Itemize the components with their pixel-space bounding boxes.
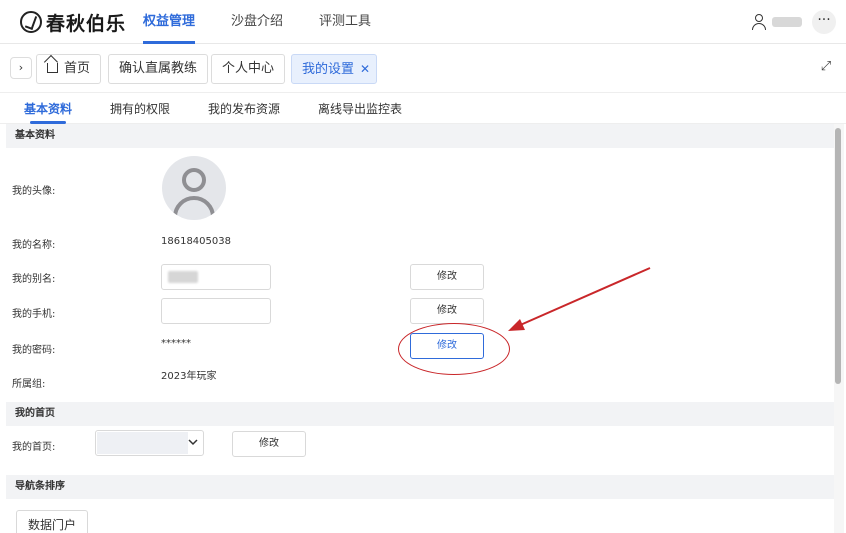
more-menu-button[interactable]: ··· [812, 10, 836, 34]
nav-sort-item-data-portal[interactable]: 数据门户 [16, 510, 88, 533]
scrollbar-thumb[interactable] [835, 128, 841, 384]
homepage-modify-button[interactable]: 修改 [232, 431, 306, 457]
user-name-blurred[interactable] [772, 17, 802, 27]
tab-home-label: 首页 [64, 61, 91, 76]
top-bar: 春秋伯乐 权益管理 沙盘介绍 评测工具 ··· [0, 0, 846, 44]
tab-my-settings-label: 我的设置 [302, 62, 355, 77]
chevron-down-icon [188, 439, 198, 446]
subtab-permissions[interactable]: 拥有的权限 [110, 94, 170, 124]
scrollbar[interactable] [834, 124, 844, 533]
tab-my-settings[interactable]: 我的设置 ✕ [291, 54, 378, 84]
logo[interactable]: 春秋伯乐 [20, 9, 126, 35]
sidebar-toggle-button[interactable]: › [10, 57, 32, 79]
fullscreen-icon[interactable]: ⤢ [818, 59, 834, 75]
nav-item-sandbox[interactable]: 沙盘介绍 [231, 0, 283, 44]
page-tab-bar: › 首页 确认直属教练 个人中心 我的设置 ✕ ⤢ [0, 45, 846, 93]
section-nav-sort: 导航条排序 [6, 475, 834, 499]
annotation-arrow [508, 267, 651, 331]
subtab-offline-export[interactable]: 离线导出监控表 [318, 94, 402, 124]
close-icon[interactable]: ✕ [360, 62, 370, 76]
main-nav: 权益管理 沙盘介绍 评测工具 [143, 0, 407, 44]
tab-personal-center[interactable]: 个人中心 [211, 54, 286, 84]
subtab-published-resources[interactable]: 我的发布资源 [208, 94, 280, 124]
home-icon [47, 63, 58, 73]
nav-item-rights[interactable]: 权益管理 [143, 0, 196, 44]
homepage-select[interactable] [95, 430, 204, 456]
subtab-basic-info[interactable]: 基本资料 [24, 94, 72, 124]
nav-item-assessment[interactable]: 评测工具 [319, 0, 371, 44]
logo-text: 春秋伯乐 [46, 12, 127, 35]
homepage-label: 我的首页: [12, 442, 56, 453]
logo-mark-icon [20, 11, 42, 33]
user-icon[interactable] [752, 14, 766, 30]
section-my-homepage: 我的首页 [6, 402, 834, 426]
tab-home[interactable]: 首页 [36, 54, 102, 84]
settings-content: 基本资料 我的头像: 我的名称: 18618405038 我的别名: 修改 我的… [6, 124, 834, 533]
settings-subtabs: 基本资料 拥有的权限 我的发布资源 离线导出监控表 [0, 94, 846, 124]
tab-confirm-coach[interactable]: 确认直属教练 [108, 54, 209, 84]
